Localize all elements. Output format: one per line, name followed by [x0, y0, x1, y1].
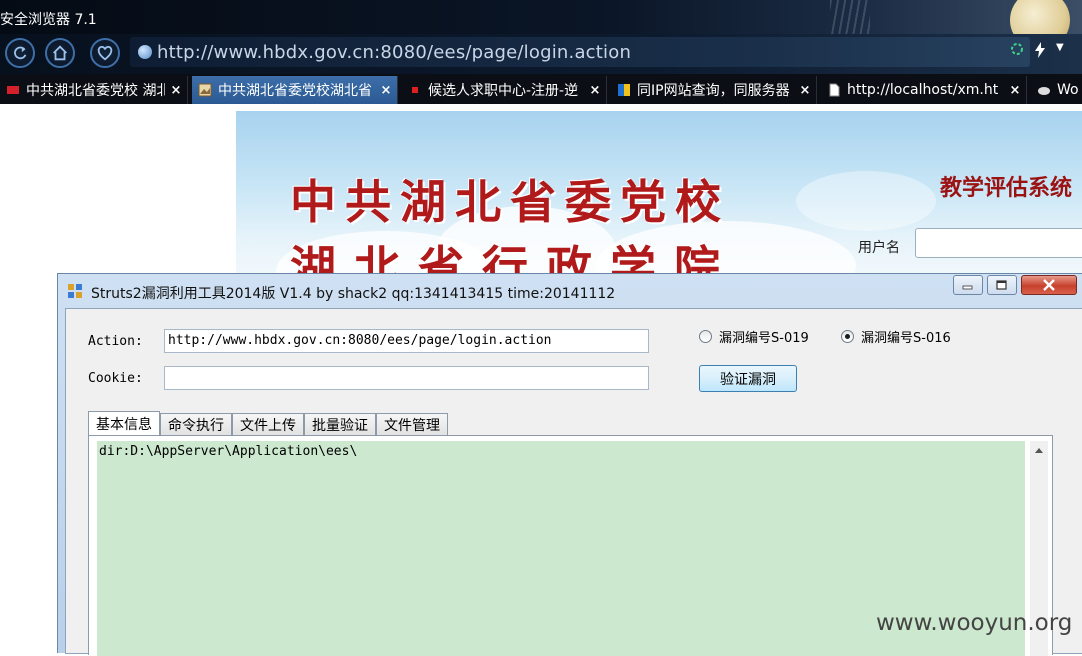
red-square-icon — [412, 87, 418, 93]
close-icon — [1043, 279, 1055, 291]
tab-close-icon[interactable]: × — [169, 83, 183, 98]
tab-close-icon[interactable]: × — [379, 83, 393, 98]
browser-tab[interactable]: Wo — [1031, 76, 1082, 104]
cloud-icon — [1038, 87, 1050, 95]
browser-titlebar: 安全浏览器 7.1 — [0, 0, 1082, 70]
system-title: 教学评估系统 — [940, 176, 1073, 201]
browser-tab-label: http://localhost/xm.ht — [847, 82, 999, 98]
address-text: http://www.hbdx.gov.cn:8080/ees/page/log… — [157, 42, 632, 63]
globe-icon — [138, 45, 152, 59]
document-icon — [829, 83, 840, 97]
home-button[interactable] — [45, 38, 75, 68]
maximize-icon — [996, 280, 1007, 290]
minimize-icon — [962, 285, 973, 290]
browser-tab[interactable]: 同IP网站查询，同服务器 × — [611, 76, 817, 104]
window-titlebar[interactable]: Struts2漏洞利用工具2014版 V1.4 by shack2 qq:134… — [58, 274, 1082, 306]
browser-navbar: http://www.hbdx.gov.cn:8080/ees/page/log… — [0, 34, 1082, 74]
close-button[interactable] — [1021, 275, 1077, 295]
scroll-up-arrow-icon[interactable] — [1030, 441, 1048, 459]
radio-s019[interactable]: 漏洞编号S-019 — [699, 327, 809, 346]
minimize-button[interactable] — [953, 275, 983, 295]
refresh-icon — [14, 46, 27, 60]
window-title: Struts2漏洞利用工具2014版 V1.4 by shack2 qq:134… — [91, 286, 616, 302]
browser-tab[interactable]: 中共湖北省委党校 湖北省 × — [0, 76, 188, 104]
action-input[interactable]: http://www.hbdx.gov.cn:8080/ees/page/log… — [164, 329, 649, 353]
radio-s016[interactable]: 漏洞编号S-016 — [841, 327, 951, 346]
browser-title: 安全浏览器 7.1 — [0, 12, 97, 28]
browser-tab-label: 中共湖北省委党校 湖北省 — [26, 83, 165, 99]
school-name-line1: 中共湖北省委党校 — [290, 175, 730, 229]
tab-close-icon[interactable]: × — [1008, 83, 1022, 98]
cookie-input[interactable] — [164, 366, 649, 390]
username-input[interactable] — [915, 228, 1082, 258]
action-label: Action: — [88, 334, 143, 349]
favorites-button[interactable] — [90, 38, 120, 68]
browser-tab-strip: 中共湖北省委党校 湖北省 × 中共湖北省委党校湖北省 × 候选人求职中心-注册-… — [0, 74, 1082, 104]
tab-file-manager[interactable]: 文件管理 — [376, 413, 448, 435]
heart-icon — [97, 45, 113, 61]
maximize-button[interactable] — [987, 275, 1017, 295]
radio-label-s019: 漏洞编号S-019 — [719, 331, 809, 346]
site-icon — [618, 84, 630, 96]
tab-file-upload[interactable]: 文件上传 — [232, 413, 304, 435]
radio-button-unchecked[interactable] — [699, 330, 712, 343]
loading-icon — [1010, 42, 1024, 60]
browser-tab-label: 中共湖北省委党校湖北省 — [218, 83, 372, 99]
dropdown-arrow-icon[interactable]: ▼ — [1056, 42, 1064, 53]
lightning-icon[interactable] — [1034, 42, 1046, 62]
tab-basic-info[interactable]: 基本信息 — [88, 411, 160, 435]
page-image-icon — [198, 83, 212, 97]
tab-batch-verify[interactable]: 批量验证 — [304, 413, 376, 435]
browser-tab-label: 候选人求职中心-注册-逆 — [428, 83, 579, 99]
tab-close-icon[interactable]: × — [798, 83, 812, 98]
address-bar[interactable]: http://www.hbdx.gov.cn:8080/ees/page/log… — [130, 37, 1030, 67]
tool-window: Struts2漏洞利用工具2014版 V1.4 by shack2 qq:134… — [57, 273, 1082, 656]
watermark: www.wooyun.org — [876, 610, 1073, 636]
browser-tab[interactable]: http://localhost/xm.ht × — [821, 76, 1027, 104]
tab-command-exec[interactable]: 命令执行 — [160, 413, 232, 435]
tab-close-icon[interactable]: × — [588, 83, 602, 98]
flag-icon — [7, 86, 19, 94]
browser-tab-label: Wo — [1057, 82, 1079, 98]
window-client-area: Action: http://www.hbdx.gov.cn:8080/ees/… — [65, 308, 1082, 656]
username-label: 用户名 — [858, 240, 900, 256]
radio-label-s016: 漏洞编号S-016 — [861, 331, 951, 346]
radio-button-checked[interactable] — [841, 330, 854, 343]
app-icon — [68, 284, 82, 298]
cookie-label: Cookie: — [88, 371, 143, 386]
verify-vulnerability-button[interactable]: 验证漏洞 — [699, 365, 797, 392]
refresh-button[interactable] — [5, 38, 35, 68]
browser-tab[interactable]: 候选人求职中心-注册-逆 × — [402, 76, 607, 104]
home-icon — [53, 45, 67, 61]
browser-tab-label: 同IP网站查询，同服务器 — [637, 83, 790, 99]
browser-tab-active[interactable]: 中共湖北省委党校湖北省 × — [192, 76, 398, 104]
